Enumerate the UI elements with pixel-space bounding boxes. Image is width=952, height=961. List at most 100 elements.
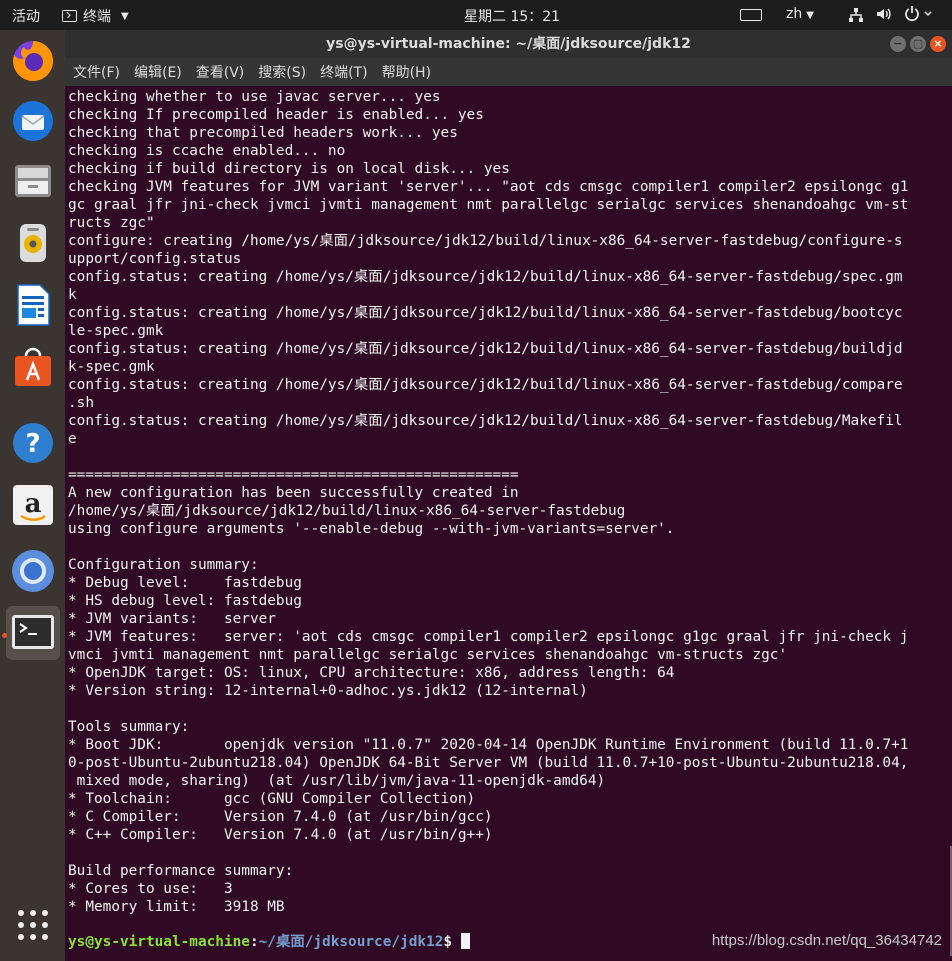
menu-view[interactable]: 查看(V) [196, 62, 245, 82]
minimize-button[interactable]: − [890, 36, 906, 52]
dock-thunderbird[interactable] [6, 94, 60, 148]
terminal-line: vmci jvmti management nmt parallelgc ser… [68, 647, 788, 663]
svg-text:a: a [25, 489, 42, 519]
menu-bar: 文件(F) 编辑(E) 查看(V) 搜索(S) 终端(T) 帮助(H) [65, 58, 952, 86]
terminal-output: checking whether to use javac server... … [68, 88, 908, 916]
dock-terminal[interactable] [6, 606, 60, 660]
terminal-line: 0-post-Ubuntu-2ubuntu218.04) OpenJDK 64-… [68, 755, 909, 771]
prompt-separator: : [249, 934, 259, 950]
terminal-line: le-spec.gmk [68, 323, 164, 339]
clock[interactable]: 星期二 15：21 [464, 6, 560, 26]
terminal-line: Build performance summary: [68, 863, 294, 879]
terminal-line: * Cores to use: 3 [68, 881, 233, 897]
terminal-line: * C++ Compiler: Version 7.4.0 (at /usr/b… [68, 827, 493, 843]
amazon-icon: a [13, 485, 53, 525]
chevron-down-icon: ▼ [806, 10, 814, 21]
dock-files[interactable] [6, 154, 60, 208]
terminal-line: using configure arguments '--enable-debu… [68, 521, 675, 537]
volume-icon[interactable] [875, 5, 893, 27]
menu-edit[interactable]: 编辑(E) [134, 62, 182, 82]
terminal-line: k-spec.gmk [68, 359, 155, 375]
terminal-line: config.status: creating /home/ys/桌面/jdks… [68, 269, 903, 285]
terminal-line: checking is ccache enabled... no [68, 143, 346, 159]
terminal-line: * Toolchain: gcc (GNU Compiler Collectio… [68, 791, 476, 807]
firefox-icon [13, 40, 54, 81]
terminal-line: checking JVM features for JVM variant 's… [68, 179, 909, 195]
terminal-line: Tools summary: [68, 719, 190, 735]
window-controls: − ▢ × [890, 36, 946, 52]
dock-chromium[interactable] [6, 544, 60, 598]
thunderbird-icon [13, 101, 53, 141]
terminal-line: Configuration summary: [68, 557, 259, 573]
menu-terminal[interactable]: 终端(T) [320, 62, 367, 82]
chevron-down-icon: ▼ [121, 10, 129, 22]
app-name: 终端 [83, 9, 111, 25]
files-icon [15, 165, 51, 197]
maximize-button[interactable]: ▢ [910, 36, 926, 52]
terminal-line: * Debug level: fastdebug [68, 575, 302, 591]
keyboard-icon[interactable] [740, 9, 762, 21]
terminal-line: * Boot JDK: openjdk version "11.0.7" 202… [68, 737, 909, 753]
network-icon[interactable] [848, 7, 864, 27]
dock-amazon[interactable]: a [6, 478, 60, 532]
shell-prompt[interactable]: ys@ys-virtual-machine:~/桌面/jdksource/jdk… [68, 933, 470, 951]
prompt-path: ~/桌面/jdksource/jdk12 [258, 934, 444, 950]
terminal-view[interactable]: checking whether to use javac server... … [65, 86, 952, 961]
terminal-line: configure: creating /home/ys/桌面/jdksourc… [68, 233, 903, 249]
top-panel: 活动 终端 ▼ 星期二 15：21 zh ▼ [0, 0, 952, 30]
terminal-line: config.status: creating /home/ys/桌面/jdks… [68, 305, 903, 321]
terminal-line: * Version string: 12-internal+0-adhoc.ys… [68, 683, 588, 699]
terminal-line: A new configuration has been successfull… [68, 485, 519, 501]
terminal-line: e [68, 431, 77, 447]
app-menu[interactable]: 终端 ▼ [62, 6, 129, 26]
terminal-line: checking if build directory is on local … [68, 161, 510, 177]
show-apps-icon [18, 910, 48, 940]
terminal-line: checking that precompiled headers work..… [68, 125, 458, 141]
language-label: zh [786, 6, 803, 22]
svg-text:?: ? [25, 429, 40, 459]
show-applications[interactable] [6, 898, 60, 952]
power-icon[interactable] [904, 5, 934, 27]
terminal-line: upport/config.status [68, 251, 242, 267]
terminal-line: config.status: creating /home/ys/桌面/jdks… [68, 413, 903, 429]
input-method[interactable]: zh ▼ [786, 6, 814, 22]
dock-software[interactable] [6, 340, 60, 394]
dock-writer[interactable] [6, 278, 60, 332]
terminal-line: checking If precompiled header is enable… [68, 107, 484, 123]
watermark: https://blog.csdn.net/qq_36434742 [711, 932, 942, 949]
dock-firefox[interactable] [6, 34, 60, 88]
terminal-line: k [68, 287, 77, 303]
running-indicator [2, 633, 7, 638]
menu-search[interactable]: 搜索(S) [258, 62, 306, 82]
libreoffice-writer-icon [17, 284, 50, 326]
help-icon: ? [13, 423, 53, 463]
dock: ? a [0, 30, 65, 961]
terminal-line: * JVM variants: server [68, 611, 276, 627]
terminal-line: /home/ys/桌面/jdksource/jdk12/build/linux-… [68, 503, 626, 519]
terminal-line: checking whether to use javac server... … [68, 89, 441, 105]
terminal-line: mixed mode, sharing) (at /usr/lib/jvm/ja… [68, 773, 606, 789]
window-titlebar[interactable]: ys@ys-virtual-machine: ~/桌面/jdksource/jd… [65, 30, 952, 58]
terminal-line: * Memory limit: 3918 MB [68, 899, 285, 915]
terminal-line: * OpenJDK target: OS: linux, CPU archite… [68, 665, 675, 681]
terminal-line: ructs zgc" [68, 215, 155, 231]
menu-help[interactable]: 帮助(H) [382, 62, 431, 82]
terminal-line: ========================================… [68, 467, 519, 483]
terminal-line: config.status: creating /home/ys/桌面/jdks… [68, 377, 903, 393]
activities-button[interactable]: 活动 [12, 6, 40, 26]
menu-file[interactable]: 文件(F) [73, 62, 120, 82]
dock-help[interactable]: ? [6, 416, 60, 470]
terminal-line: .sh [68, 395, 94, 411]
chromium-icon [12, 550, 54, 592]
software-center-icon [15, 347, 51, 386]
terminal-line: * HS debug level: fastdebug [68, 593, 302, 609]
close-button[interactable]: × [930, 36, 946, 52]
terminal-line: * JVM features: server: 'aot cds cmsgc c… [68, 629, 909, 645]
rhythmbox-icon [20, 224, 46, 262]
terminal-line: gc graal jfr jni-check jvmci jvmti manag… [68, 197, 909, 213]
dock-rhythmbox[interactable] [6, 216, 60, 270]
terminal-line: * C Compiler: Version 7.4.0 (at /usr/bin… [68, 809, 493, 825]
